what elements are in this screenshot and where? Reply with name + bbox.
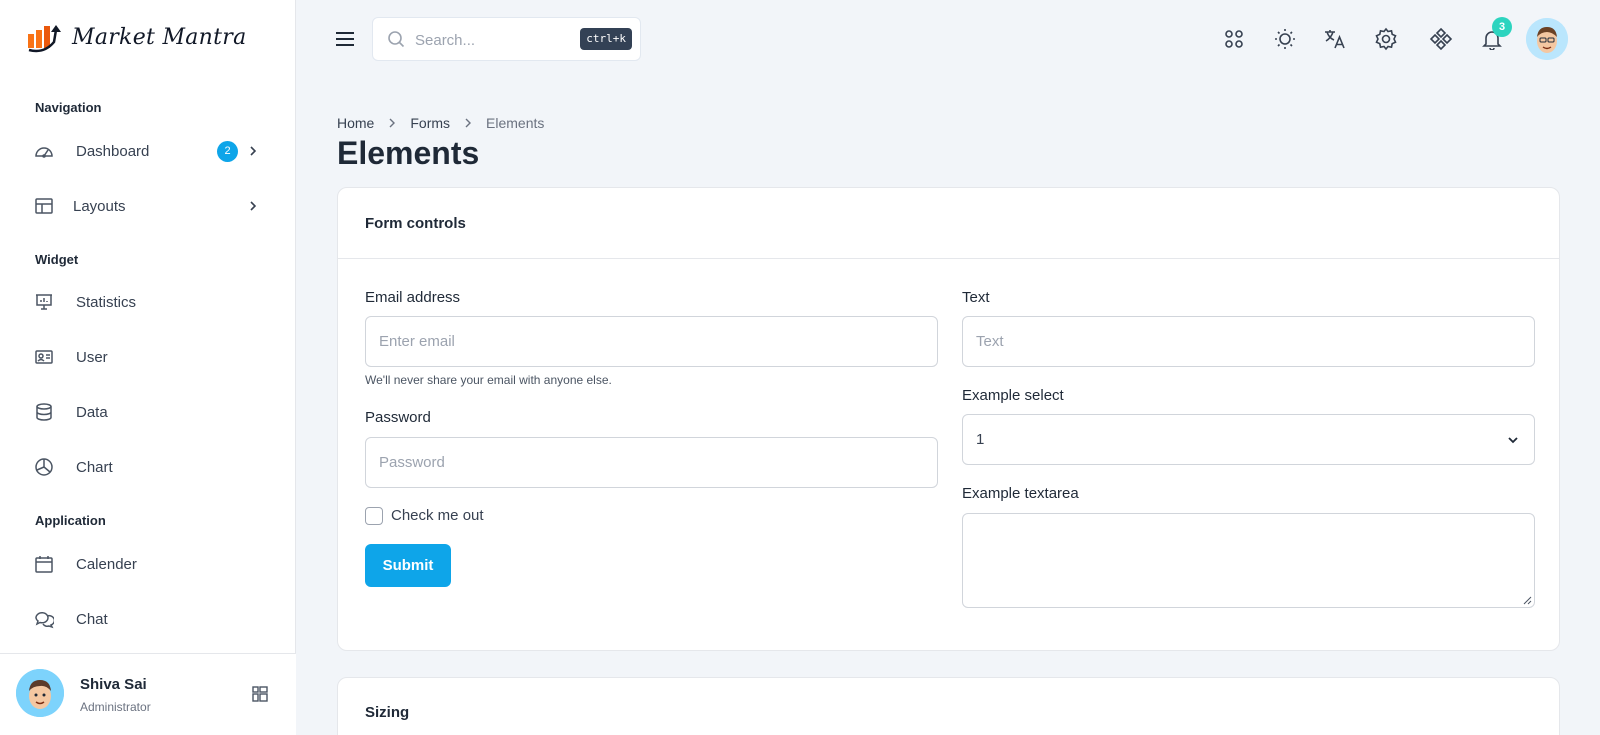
user-menu-icon[interactable] bbox=[251, 685, 269, 703]
sidebar: Market Mantra Navigation Dashboard 2 Lay… bbox=[0, 0, 296, 735]
chevron-right-icon bbox=[250, 201, 257, 211]
select-label: Example select bbox=[962, 387, 1064, 404]
sidebar-item-label: Data bbox=[76, 403, 108, 421]
nav-section-widget: Widget bbox=[35, 252, 79, 267]
presentation-chart-icon bbox=[34, 292, 54, 312]
brand-logo[interactable]: Market Mantra bbox=[26, 20, 247, 54]
chevron-right-icon bbox=[250, 146, 257, 156]
sidebar-item-chat[interactable]: Chat bbox=[34, 601, 264, 637]
menu-toggle-icon[interactable] bbox=[334, 28, 356, 50]
sidebar-item-statistics[interactable]: Statistics bbox=[34, 284, 264, 320]
page-title: Elements bbox=[337, 135, 480, 171]
select-value: 1 bbox=[976, 431, 985, 448]
calendar-icon bbox=[34, 554, 54, 574]
example-select[interactable]: 1 bbox=[962, 414, 1535, 465]
sizing-card: Sizing bbox=[337, 677, 1560, 735]
sidebar-item-calender[interactable]: Calender bbox=[34, 546, 264, 582]
breadcrumb-current: Elements bbox=[486, 115, 545, 131]
text-field[interactable] bbox=[962, 316, 1535, 367]
nav-section-application: Application bbox=[35, 513, 106, 528]
example-textarea[interactable] bbox=[962, 513, 1535, 608]
chat-bubbles-icon bbox=[34, 609, 54, 629]
sidebar-item-dashboard[interactable]: Dashboard 2 bbox=[34, 133, 264, 169]
breadcrumb-home[interactable]: Home bbox=[337, 115, 374, 131]
resize-handle-icon[interactable] bbox=[1523, 596, 1532, 605]
brand-name: Market Mantra bbox=[72, 24, 247, 50]
sidebar-item-label: Dashboard bbox=[76, 142, 150, 160]
id-card-icon bbox=[34, 347, 54, 367]
sidebar-item-label: Chat bbox=[76, 610, 108, 628]
user-name: Shiva Sai bbox=[80, 676, 147, 693]
chevron-right-icon bbox=[465, 118, 472, 128]
check-me-out-checkbox[interactable] bbox=[365, 507, 383, 525]
password-label: Password bbox=[365, 409, 431, 426]
logo-icon bbox=[28, 25, 61, 53]
submit-button[interactable]: Submit bbox=[365, 544, 451, 587]
email-label: Email address bbox=[365, 289, 461, 306]
sidebar-item-layouts[interactable]: Layouts bbox=[34, 188, 264, 224]
search-shortcut-badge: ctrl+k bbox=[580, 28, 632, 50]
search-icon bbox=[388, 31, 405, 48]
textarea-label: Example textarea bbox=[962, 485, 1079, 502]
card-title: Sizing bbox=[365, 704, 410, 721]
sidebar-item-label: Calender bbox=[76, 555, 137, 573]
form-controls-card: Form controls Email address We'll never … bbox=[337, 187, 1560, 651]
user-role: Administrator bbox=[80, 700, 151, 714]
apps-grid-icon[interactable] bbox=[1222, 27, 1246, 51]
chevron-down-icon bbox=[1508, 437, 1518, 444]
sidebar-item-user[interactable]: User bbox=[34, 339, 264, 375]
sidebar-item-label: Layouts bbox=[73, 197, 126, 215]
card-title: Form controls bbox=[338, 188, 1559, 259]
email-help-text: We'll never share your email with anyone… bbox=[365, 373, 612, 387]
pie-chart-icon bbox=[34, 457, 54, 477]
gauge-icon bbox=[34, 141, 54, 161]
profile-avatar[interactable] bbox=[1526, 18, 1568, 60]
nav-section-navigation: Navigation bbox=[35, 100, 102, 115]
layout-icon bbox=[34, 196, 54, 216]
sidebar-item-label: User bbox=[76, 348, 108, 366]
diamond-grid-icon[interactable] bbox=[1429, 27, 1453, 51]
sidebar-item-chart[interactable]: Chart bbox=[34, 449, 264, 485]
search-box: ctrl+k bbox=[372, 17, 641, 61]
sidebar-item-label: Chart bbox=[76, 458, 113, 476]
database-icon bbox=[34, 402, 54, 422]
avatar[interactable] bbox=[16, 669, 64, 717]
chevron-right-icon bbox=[389, 118, 396, 128]
translate-icon[interactable] bbox=[1323, 27, 1347, 51]
email-field[interactable] bbox=[365, 316, 938, 367]
breadcrumb: Home Forms Elements bbox=[337, 115, 544, 131]
sidebar-item-label: Statistics bbox=[76, 293, 137, 311]
check-me-out-label[interactable]: Check me out bbox=[391, 507, 484, 524]
search-input[interactable] bbox=[415, 28, 565, 52]
text-label: Text bbox=[962, 289, 990, 306]
notification-count-badge: 3 bbox=[1492, 17, 1512, 37]
breadcrumb-forms[interactable]: Forms bbox=[410, 115, 450, 131]
sidebar-item-data[interactable]: Data bbox=[34, 394, 264, 430]
password-field[interactable] bbox=[365, 437, 938, 488]
sidebar-user-panel: Shiva Sai Administrator bbox=[0, 653, 296, 735]
sun-icon[interactable] bbox=[1273, 27, 1297, 51]
settings-gear-icon[interactable] bbox=[1374, 27, 1398, 51]
dashboard-count-badge: 2 bbox=[217, 140, 238, 162]
